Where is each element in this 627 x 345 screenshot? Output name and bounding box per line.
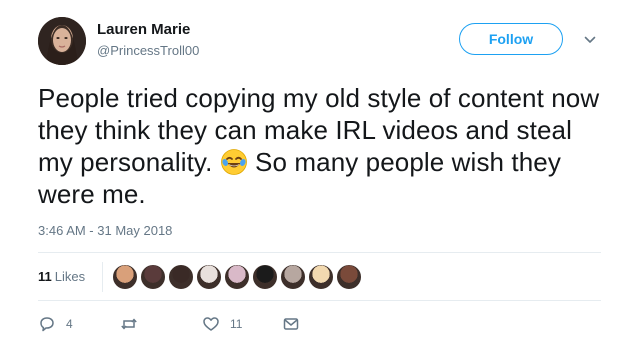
heart-icon (202, 315, 220, 333)
author-display-name[interactable]: Lauren Marie (97, 21, 190, 38)
author-handle[interactable]: @PrincessTroll00 (97, 43, 199, 58)
chevron-down-icon[interactable] (583, 33, 597, 47)
divider (38, 300, 601, 301)
retweet-button[interactable] (120, 314, 148, 334)
like-count: 11 (230, 317, 243, 331)
liker-avatar[interactable] (140, 264, 166, 290)
liker-avatar[interactable] (252, 264, 278, 290)
stats-separator (102, 262, 103, 292)
like-button[interactable]: 11 (202, 314, 242, 334)
tweet-timestamp[interactable]: 3:46 AM - 31 May 2018 (38, 223, 172, 238)
tweet-text: People tried copying my old style of con… (38, 82, 608, 210)
liker-avatar[interactable] (308, 264, 334, 290)
liker-avatar[interactable] (168, 264, 194, 290)
liker-avatar[interactable] (112, 264, 138, 290)
divider (38, 252, 601, 253)
reply-button[interactable]: 4 (38, 314, 73, 334)
likes-count-label: Likes (54, 269, 86, 284)
liker-avatar[interactable] (336, 264, 362, 290)
reply-count: 4 (66, 317, 73, 331)
liker-avatar[interactable] (280, 264, 306, 290)
follow-button[interactable]: Follow (459, 23, 563, 55)
likes-count[interactable]: 11 Likes (38, 269, 85, 284)
retweet-icon (120, 315, 138, 333)
likes-count-number: 11 (38, 269, 52, 284)
tweet-card: Lauren Marie @PrincessTroll00 Follow Peo… (0, 0, 627, 345)
liker-avatar[interactable] (196, 264, 222, 290)
direct-message-button[interactable] (282, 314, 300, 334)
author-avatar[interactable] (38, 17, 86, 65)
face-with-tears-of-joy-icon (220, 148, 248, 176)
liker-avatar[interactable] (224, 264, 250, 290)
reply-icon (38, 315, 56, 333)
envelope-icon (282, 315, 300, 333)
